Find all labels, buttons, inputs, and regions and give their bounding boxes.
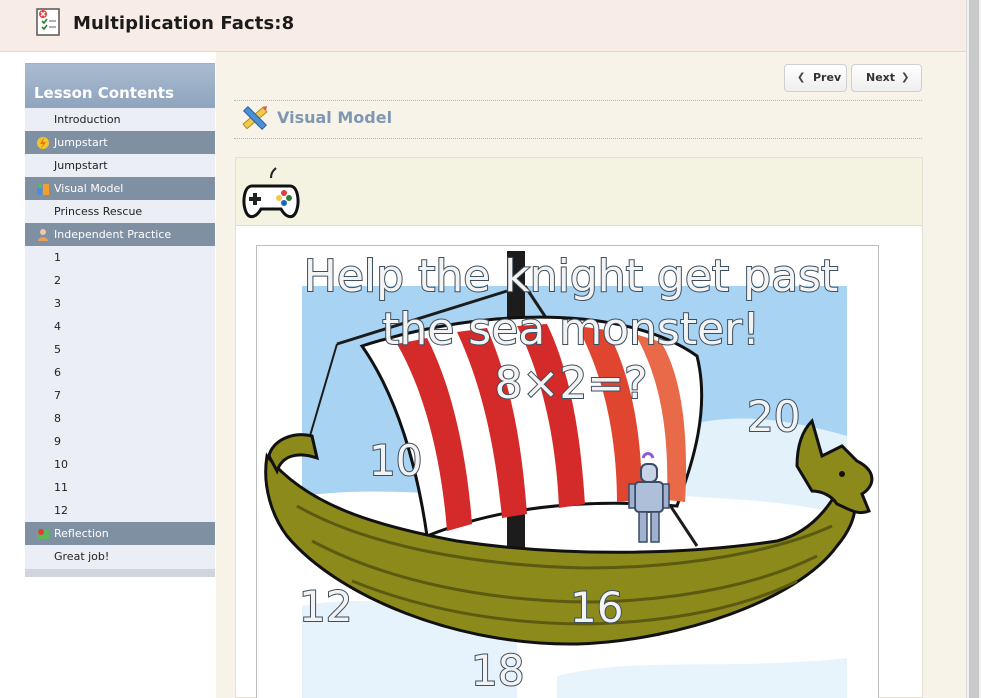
- answer-option[interactable]: 16: [569, 582, 624, 633]
- sidebar-item-practice-4[interactable]: 4: [25, 315, 215, 338]
- sidebar-section-label: Independent Practice: [54, 228, 172, 241]
- sidebar-item-practice-2[interactable]: 2: [25, 269, 215, 292]
- next-button[interactable]: Next ❯: [851, 64, 922, 92]
- sidebar-item-label: 10: [54, 458, 68, 471]
- sidebar-item-practice-1[interactable]: 1: [25, 246, 215, 269]
- game-prompt-line2: the sea monster!: [381, 303, 761, 356]
- sidebar-item-introduction[interactable]: Introduction: [25, 108, 215, 131]
- sidebar-footer: [25, 569, 215, 577]
- next-button-label: Next: [866, 71, 896, 84]
- sidebar-section-label: Jumpstart: [54, 136, 108, 149]
- divider: [234, 138, 922, 139]
- prev-button[interactable]: ❮ Prev: [784, 64, 847, 92]
- chevron-right-icon: ❯: [901, 72, 910, 83]
- sidebar-item-practice-10[interactable]: 10: [25, 453, 215, 476]
- sidebar-item-label: 1: [54, 251, 61, 264]
- sidebar-item-label: 12: [54, 504, 68, 517]
- sidebar-item-practice-7[interactable]: 7: [25, 384, 215, 407]
- answer-option[interactable]: 20: [746, 391, 801, 442]
- sidebar-item-label: 11: [54, 481, 68, 494]
- reflection-icon: [37, 529, 49, 539]
- answer-option[interactable]: 12: [298, 581, 353, 632]
- sidebar-heading: Lesson Contents: [25, 63, 215, 108]
- app-header: Multiplication Facts:8: [0, 0, 966, 52]
- pencil-ruler-icon: [242, 105, 268, 131]
- sidebar-section-independent-practice: Independent Practice: [25, 223, 215, 246]
- game-prompt-line1: Help the knight get past: [303, 250, 839, 303]
- sidebar-item-label: 8: [54, 412, 61, 425]
- sidebar-item-great-job[interactable]: Great job!: [25, 545, 215, 568]
- lesson-sidebar: Lesson Contents Introduction Jumpstart J…: [25, 63, 215, 577]
- answer-option[interactable]: 18: [470, 645, 525, 696]
- sidebar-item-label: 9: [54, 435, 61, 448]
- section-title: Visual Model: [277, 108, 393, 127]
- sidebar-item-practice-12[interactable]: 12: [25, 499, 215, 522]
- activity-band: [236, 158, 922, 226]
- page-title: Multiplication Facts:8: [73, 13, 295, 34]
- sidebar-section-label: Reflection: [54, 527, 109, 540]
- sidebar-item-practice-8[interactable]: 8: [25, 407, 215, 430]
- activity-panel: Help the knight get past the sea monster…: [235, 157, 923, 698]
- sidebar-item-label: Great job!: [54, 550, 110, 563]
- sidebar-item-label: Introduction: [54, 113, 121, 126]
- sidebar-item-label: 3: [54, 297, 61, 310]
- sidebar-item-label: Princess Rescue: [54, 205, 143, 218]
- game-scene[interactable]: Help the knight get past the sea monster…: [256, 245, 879, 698]
- sidebar-section-label: Visual Model: [54, 182, 124, 195]
- sidebar-section-jumpstart: Jumpstart: [25, 131, 215, 154]
- sidebar-item-label: 6: [54, 366, 61, 379]
- sidebar-item-jumpstart[interactable]: Jumpstart: [25, 154, 215, 177]
- prev-button-label: Prev: [813, 71, 842, 84]
- divider: [234, 100, 922, 101]
- answer-option[interactable]: 10: [368, 435, 423, 486]
- main-content: ❮ Prev Next ❯ Visual Model Help the knig…: [216, 52, 966, 698]
- lightning-icon: [37, 137, 49, 149]
- sidebar-item-label: 5: [54, 343, 61, 356]
- student-icon: [38, 229, 48, 241]
- sidebar-heading-label: Lesson Contents: [34, 84, 174, 102]
- sidebar-item-label: 4: [54, 320, 61, 333]
- sidebar-item-practice-3[interactable]: 3: [25, 292, 215, 315]
- sidebar-section-visual-model: Visual Model: [25, 177, 215, 200]
- sidebar-item-practice-6[interactable]: 6: [25, 361, 215, 384]
- sidebar-item-practice-11[interactable]: 11: [25, 476, 215, 499]
- sidebar-item-princess-rescue[interactable]: Princess Rescue: [25, 200, 215, 223]
- chevron-left-icon: ❮: [797, 72, 806, 83]
- sidebar-item-label: 7: [54, 389, 61, 402]
- sidebar-item-label: 2: [54, 274, 61, 287]
- sidebar-section-reflection: Reflection: [25, 522, 215, 545]
- sidebar-item-practice-9[interactable]: 9: [25, 430, 215, 453]
- worksheet-icon: [36, 8, 60, 36]
- sidebar-item-practice-5[interactable]: 5: [25, 338, 215, 361]
- scrollbar-thumb[interactable]: [969, 0, 979, 698]
- gamepad-icon: [242, 167, 300, 218]
- sidebar-item-label: Jumpstart: [54, 159, 108, 172]
- visual-model-icon: [37, 183, 49, 195]
